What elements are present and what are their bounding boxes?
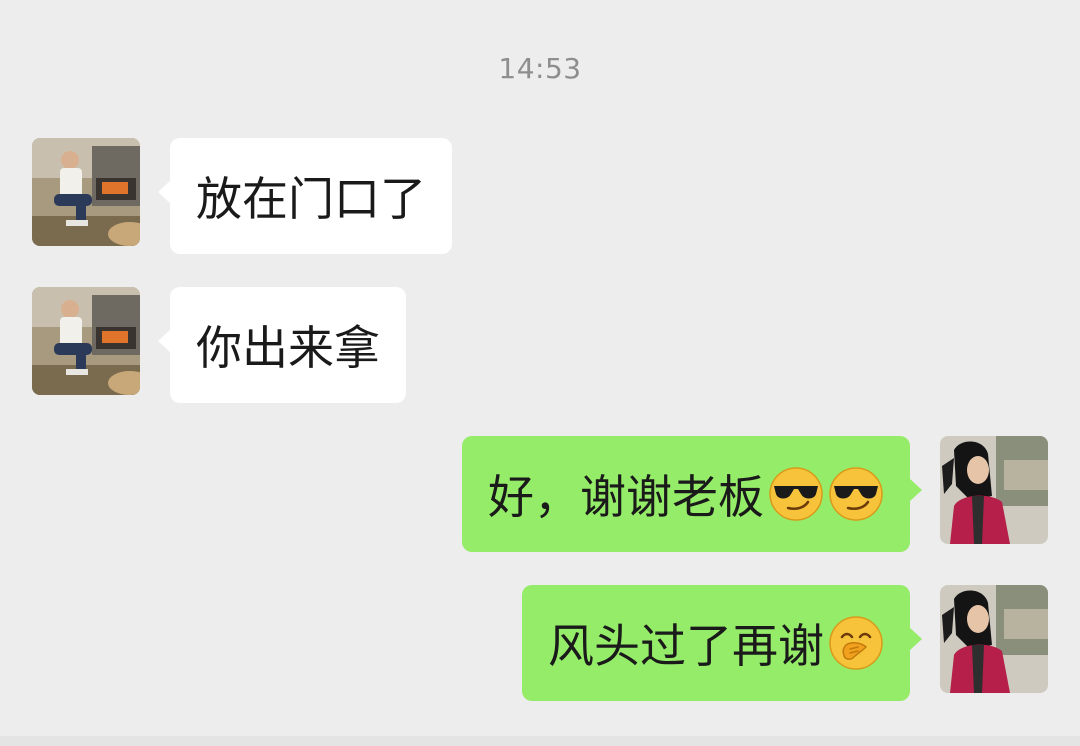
outgoing-message-bubble[interactable]: 风头过了再谢: [522, 585, 922, 701]
my-avatar[interactable]: [940, 585, 1048, 693]
message-text: 风头过了再谢: [548, 619, 824, 673]
contact-avatar-image: [32, 287, 140, 395]
contact-avatar[interactable]: [32, 138, 140, 246]
message-row: 好，谢谢老板: [0, 436, 1080, 552]
my-avatar[interactable]: [940, 436, 1048, 544]
incoming-message-bubble[interactable]: 放在门口了: [158, 138, 452, 254]
message-text: 放在门口了: [196, 172, 426, 226]
message-row: 放在门口了: [0, 138, 1080, 254]
my-avatar-image: [940, 585, 1048, 693]
sunglasses-smirk-icon: [828, 466, 884, 522]
message-text: 好，谢谢老板: [488, 470, 764, 524]
outgoing-message-bubble[interactable]: 好，谢谢老板: [462, 436, 922, 552]
sunglasses-smirk-icon: [768, 466, 824, 522]
message-row: 风头过了再谢: [0, 585, 1080, 701]
message-row: 你出来拿: [0, 287, 1080, 403]
contact-avatar[interactable]: [32, 287, 140, 395]
message-text: 你出来拿: [196, 321, 380, 375]
divider: [0, 736, 1080, 746]
chat-timestamp: 14:53: [498, 52, 582, 85]
contact-avatar-image: [32, 138, 140, 246]
hand-over-mouth-icon: [828, 615, 884, 671]
incoming-message-bubble[interactable]: 你出来拿: [158, 287, 406, 403]
my-avatar-image: [940, 436, 1048, 544]
